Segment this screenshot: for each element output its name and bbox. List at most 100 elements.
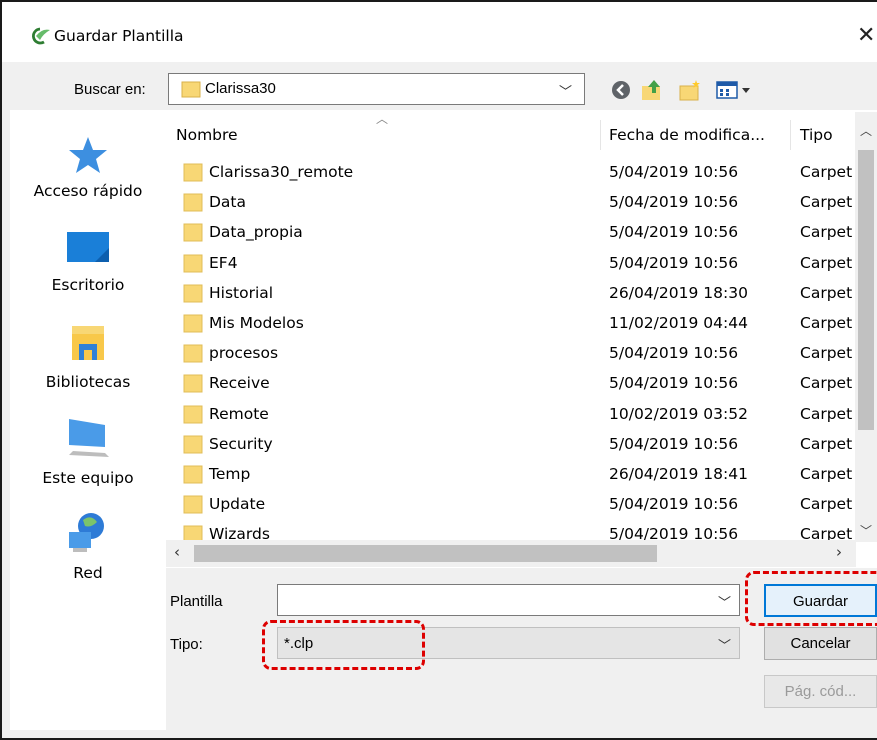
file-name: Data_propia bbox=[209, 223, 303, 242]
column-header-type[interactable]: Tipo bbox=[800, 126, 833, 144]
file-list[interactable]: ︿ Nombre Fecha de modifica... Tipo Clari… bbox=[166, 110, 877, 568]
folder-icon bbox=[183, 465, 203, 484]
file-row[interactable]: Mis Modelos 11/02/2019 04:44 Carpet bbox=[166, 308, 856, 338]
file-name: EF4 bbox=[209, 253, 238, 272]
file-row[interactable]: Historial 26/04/2019 18:30 Carpet bbox=[166, 278, 856, 308]
column-header-date[interactable]: Fecha de modifica... bbox=[609, 126, 765, 144]
file-type: Carpet bbox=[800, 374, 853, 393]
file-date: 5/04/2019 10:56 bbox=[609, 374, 739, 393]
file-row[interactable]: Remote 10/02/2019 03:52 Carpet bbox=[166, 399, 856, 429]
look-in-dropdown[interactable]: Clarissa30 ﹀ bbox=[168, 73, 585, 105]
file-name: Temp bbox=[209, 465, 251, 483]
sidebar-item-libraries[interactable]: Bibliotecas bbox=[10, 320, 166, 400]
folder-icon bbox=[183, 193, 203, 212]
look-in-label: Buscar en: bbox=[74, 81, 146, 98]
file-type: Carpet bbox=[800, 495, 853, 514]
sidebar-item-label: Este equipo bbox=[42, 469, 134, 487]
folder-icon bbox=[183, 405, 203, 424]
look-in-value: Clarissa30 bbox=[205, 80, 276, 97]
file-name: Security bbox=[209, 434, 273, 453]
network-icon bbox=[69, 513, 104, 552]
file-row[interactable]: Data 5/04/2019 10:56 Carpet bbox=[166, 187, 856, 217]
file-type: Carpet bbox=[800, 283, 853, 302]
back-icon[interactable] bbox=[611, 80, 631, 100]
app-logo-icon bbox=[30, 26, 52, 46]
scrollbar-thumb[interactable] bbox=[858, 150, 874, 430]
file-date: 11/02/2019 04:44 bbox=[609, 314, 748, 332]
file-name: Receive bbox=[209, 374, 270, 393]
sidebar-item-label: Red bbox=[73, 564, 103, 582]
view-menu-icon[interactable] bbox=[716, 80, 756, 100]
file-row[interactable]: procesos 5/04/2019 10:56 Carpet bbox=[166, 338, 856, 368]
file-type: Carpet bbox=[800, 193, 853, 212]
file-name: Update bbox=[209, 495, 266, 514]
cancel-button[interactable]: Cancelar bbox=[764, 627, 877, 660]
folder-icon bbox=[181, 81, 201, 98]
filename-label: Plantilla bbox=[170, 593, 223, 610]
file-date: 10/02/2019 03:52 bbox=[609, 404, 748, 423]
file-date: 5/04/2019 10:56 bbox=[609, 344, 739, 363]
file-date: 26/04/2019 18:41 bbox=[609, 465, 748, 483]
window-title: Guardar Plantilla bbox=[54, 27, 184, 45]
file-name: Clarissa30_remote bbox=[209, 163, 354, 181]
up-folder-icon[interactable] bbox=[640, 78, 664, 102]
folder-icon bbox=[183, 435, 203, 454]
sort-arrow-icon: ︿ bbox=[376, 112, 389, 126]
highlight-save-annotation bbox=[745, 571, 877, 626]
file-row[interactable]: Update 5/04/2019 10:56 Carpet bbox=[166, 489, 856, 519]
file-date: 5/04/2019 10:56 bbox=[609, 223, 739, 242]
folder-icon bbox=[183, 163, 203, 182]
column-divider bbox=[790, 120, 791, 150]
libraries-icon bbox=[72, 326, 104, 360]
sidebar-item-quick-access[interactable]: Acceso rápido bbox=[10, 130, 166, 210]
folder-icon bbox=[183, 374, 203, 393]
file-row[interactable]: Data_propia 5/04/2019 10:56 Carpet bbox=[166, 217, 856, 247]
new-folder-icon[interactable] bbox=[678, 78, 702, 102]
chevron-down-icon: ﹀ bbox=[559, 85, 573, 100]
file-name: Remote bbox=[209, 404, 269, 423]
column-header-name[interactable]: Nombre bbox=[176, 126, 238, 144]
folder-icon bbox=[183, 344, 203, 363]
file-name: Data bbox=[209, 193, 247, 212]
file-type: Carpet bbox=[800, 163, 853, 181]
file-date: 5/04/2019 10:56 bbox=[609, 434, 739, 453]
file-row[interactable]: Temp 26/04/2019 18:41 Carpet bbox=[166, 459, 856, 489]
horizontal-scrollbar[interactable]: ‹ › bbox=[166, 540, 856, 567]
close-button[interactable]: ✕ bbox=[857, 23, 875, 48]
file-name: Historial bbox=[209, 283, 274, 302]
folder-icon bbox=[183, 495, 203, 514]
filename-input[interactable]: ﹀ bbox=[277, 584, 740, 616]
file-row[interactable]: Security 5/04/2019 10:56 Carpet bbox=[166, 429, 856, 459]
code-page-button[interactable]: Pág. cód... bbox=[764, 675, 877, 708]
sidebar-item-desktop[interactable]: Escritorio bbox=[10, 225, 166, 305]
file-row[interactable]: EF4 5/04/2019 10:56 Carpet bbox=[166, 248, 856, 278]
places-sidebar: Acceso rápido Escritorio Bibliotecas Est… bbox=[10, 110, 166, 730]
column-divider bbox=[600, 120, 601, 150]
computer-icon bbox=[69, 419, 109, 457]
scroll-up-icon[interactable]: ︿ bbox=[860, 122, 872, 139]
file-row[interactable]: Receive 5/04/2019 10:56 Carpet bbox=[166, 368, 856, 398]
sidebar-item-this-pc[interactable]: Este equipo bbox=[10, 415, 166, 495]
file-name: Mis Modelos bbox=[209, 314, 304, 332]
sidebar-item-network[interactable]: Red bbox=[10, 510, 166, 590]
file-row[interactable]: Clarissa30_remote 5/04/2019 10:56 Carpet bbox=[166, 157, 856, 187]
file-name: procesos bbox=[209, 344, 279, 363]
file-type: Carpet bbox=[800, 314, 853, 332]
folder-icon bbox=[183, 284, 203, 303]
star-icon bbox=[69, 137, 107, 173]
chevron-down-icon[interactable]: ﹀ bbox=[718, 592, 731, 611]
file-date: 5/04/2019 10:56 bbox=[609, 163, 739, 181]
sidebar-item-label: Escritorio bbox=[51, 276, 125, 294]
file-type: Carpet bbox=[800, 404, 853, 423]
scroll-left-icon[interactable]: ‹ bbox=[174, 543, 180, 561]
type-label: Tipo: bbox=[170, 636, 203, 653]
desktop-icon bbox=[67, 232, 109, 262]
scroll-down-icon[interactable]: ﹀ bbox=[860, 522, 872, 539]
file-date: 5/04/2019 10:56 bbox=[609, 193, 739, 212]
scrollbar-thumb[interactable] bbox=[194, 545, 657, 562]
file-type: Carpet bbox=[800, 434, 853, 453]
vertical-scrollbar[interactable]: ︿ ﹀ bbox=[855, 112, 877, 542]
scroll-right-icon[interactable]: › bbox=[836, 543, 842, 561]
sidebar-item-label: Acceso rápido bbox=[33, 182, 143, 200]
file-date: 5/04/2019 10:56 bbox=[609, 495, 739, 514]
